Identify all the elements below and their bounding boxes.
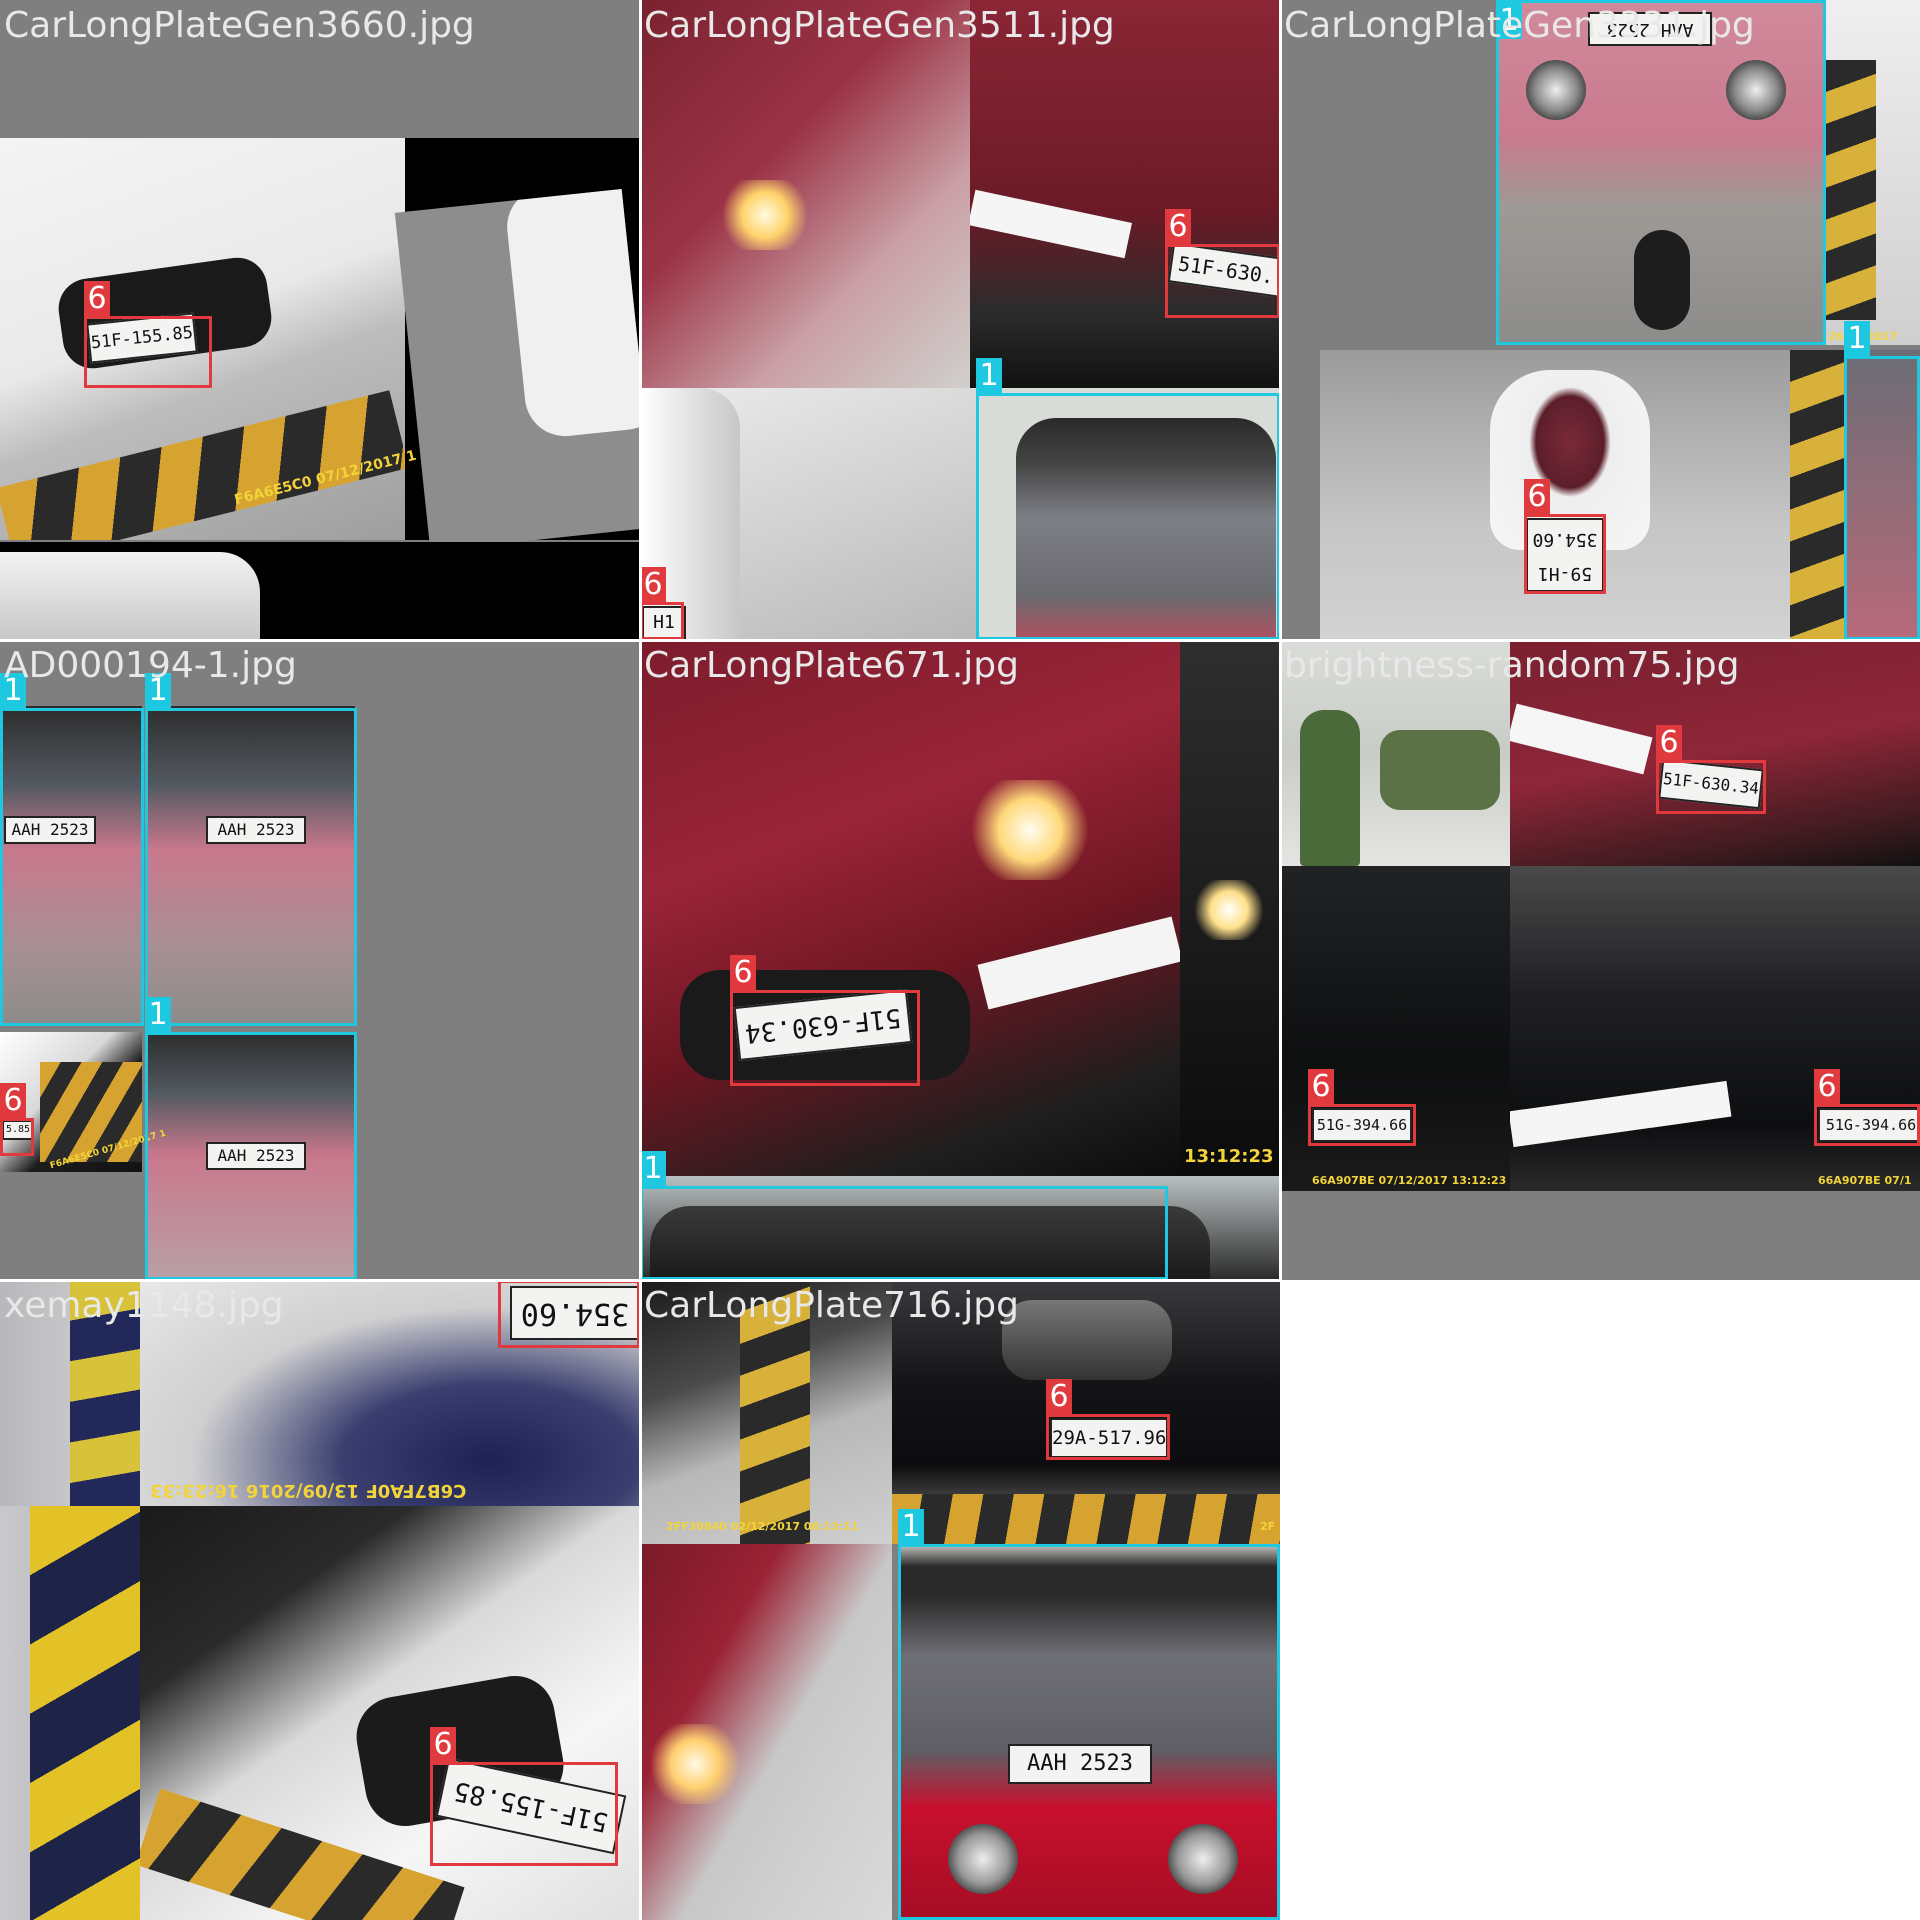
detection-box: 6 — [498, 1280, 640, 1348]
tile-filename: CarLongPlateGen3511.jpg — [644, 5, 1115, 46]
photo-rotated-floor — [394, 189, 640, 551]
class-label: 6 — [1308, 1069, 1334, 1105]
timestamp-overlay: 66A907BE 07/1 — [1818, 1174, 1912, 1187]
photo-curb-stripes — [30, 1506, 140, 1920]
detection-box: 6 — [84, 281, 212, 388]
photo-curb-right — [1826, 0, 1920, 345]
photo-car-corner — [503, 189, 640, 441]
photo-red-car-kiosk — [640, 1544, 892, 1920]
photo-scooter-rear — [1320, 350, 1865, 640]
class-label: 6 — [1046, 1379, 1072, 1415]
detection-box: 6 — [0, 1083, 34, 1156]
photo-curb-stripes — [1826, 60, 1876, 320]
class-label: 6 — [730, 955, 756, 991]
photo-grille — [1002, 1300, 1172, 1380]
detection-box: 1 — [1844, 321, 1920, 640]
class-label: 1 — [976, 358, 1002, 394]
class-label: 6 — [1524, 479, 1550, 515]
timestamp-overlay: C6B7FA0F 13/09/2016 16:23:33 — [150, 1480, 467, 1501]
mosaic-tile-3: 59-H1 354.60 AAH 2523 26/01/2017 1 6 1 C… — [1280, 0, 1920, 640]
photo-black-car-side — [1180, 640, 1280, 1176]
photo-headlight-glow — [970, 780, 1090, 880]
detection-box: 1 — [145, 997, 357, 1280]
class-label: 6 — [1814, 1069, 1840, 1105]
detection-box: 6 — [730, 955, 920, 1086]
detection-box: 1 — [0, 673, 144, 1026]
detection-box: 6 — [640, 567, 684, 640]
photo-headlight-glow — [650, 1724, 740, 1804]
tile-filename: CarLongPlate671.jpg — [644, 645, 1020, 686]
tile-filename: CarLongPlate716.jpg — [644, 1285, 1020, 1326]
tile-filename: xemay1148.jpg — [4, 1285, 284, 1326]
timestamp-overlay: 2F — [1260, 1520, 1276, 1533]
timestamp-overlay: 2FF30840 02/12/2017 06:13:11 — [666, 1520, 859, 1533]
photo-parking-floor — [640, 388, 976, 640]
class-label: 6 — [430, 1727, 456, 1763]
photo-white-bumper — [0, 552, 260, 640]
photo-headlight-glow — [720, 180, 810, 250]
detection-box: 6 — [1165, 209, 1280, 318]
class-label: 6 — [640, 567, 666, 603]
photo-yellow-stripe-wall — [0, 1506, 140, 1920]
detection-box: 6 — [1656, 725, 1766, 814]
tile-filename: AD000194-1.jpg — [4, 645, 297, 686]
photo-hatchback-bottom — [0, 542, 640, 640]
photo-red-mazda-front — [640, 640, 1180, 1176]
class-label: 6 — [1165, 209, 1191, 245]
photo-headlight-glow — [1194, 880, 1264, 940]
detection-box: 6 — [1308, 1069, 1416, 1146]
mosaic-tile-4: AAH 2523 AAH 2523 AAH 2523 5.85 F6A6E5C0… — [0, 640, 640, 1280]
photo-curb-stripes — [892, 1494, 1280, 1544]
photo-red-car-headlight — [640, 0, 970, 388]
class-label: 6 — [84, 281, 110, 317]
mosaic-tile-6: 51F-630.34 51G-394.66 51G-394.66 66A907B… — [1280, 640, 1920, 1280]
empty-cell — [1280, 1280, 1920, 1920]
photo-barrier-arm — [977, 916, 1180, 1010]
grid-divider — [639, 0, 642, 1920]
mosaic-tile-2: 51F-630. H1 6 1 6 CarLongPlateGen3511.jp… — [640, 0, 1280, 640]
class-label: 6 — [1656, 725, 1682, 761]
mosaic-tile-1: 51F-155.85 F6A6E5C0 07/12/2017 1 6 CarLo… — [0, 0, 640, 640]
mosaic-tile-8: 29A-517.96 AAH 2523 2FF30840 02/12/2017 … — [640, 1280, 1280, 1920]
detection-box: 6 — [430, 1727, 618, 1866]
detection-box: 1 — [145, 673, 357, 1026]
detection-box: 6 — [1046, 1379, 1170, 1460]
timestamp-overlay: 13:12:23 — [1184, 1146, 1274, 1167]
detection-box: 1 — [640, 1151, 1168, 1280]
mosaic-tile-5: 51F-630.34 13:12:23 6 1 CarLongPlate671.… — [640, 640, 1280, 1280]
class-label: 6 — [0, 1083, 26, 1119]
tile-filename: CarLongPlateGen3660.jpg — [4, 5, 475, 46]
detection-box: 6 — [1814, 1069, 1920, 1146]
tile-filename: CarLongPlateGen3331.jpg — [1284, 5, 1755, 46]
detection-box: 1 — [1496, 0, 1826, 345]
class-label: 1 — [640, 1151, 666, 1187]
photo-red-car-grille — [970, 0, 1280, 388]
timestamp-overlay: 66A907BE 07/12/2017 13:12:23 — [1312, 1174, 1507, 1187]
detection-box: 6 — [1524, 479, 1606, 594]
photo-barrier-arm — [970, 189, 1132, 259]
tile-filename: brightness-random75.jpg — [1284, 645, 1740, 686]
detection-box: 1 — [898, 1509, 1280, 1920]
class-label: 1 — [1844, 321, 1870, 357]
detection-box: 1 — [976, 358, 1280, 640]
class-label: 1 — [145, 997, 171, 1033]
mosaic-tile-7: 354.60 51F-155.85 C6B7FA0F 13/09/2016 16… — [0, 1280, 640, 1920]
photo-barrier-arm — [1510, 1080, 1732, 1148]
class-label: 1 — [898, 1509, 924, 1545]
photo-soldier-group — [1380, 730, 1500, 810]
grid-divider — [0, 1279, 1280, 1282]
grid-divider — [0, 639, 1920, 642]
photo-barrier-arm — [1510, 703, 1653, 775]
photo-soldier — [1300, 710, 1360, 866]
